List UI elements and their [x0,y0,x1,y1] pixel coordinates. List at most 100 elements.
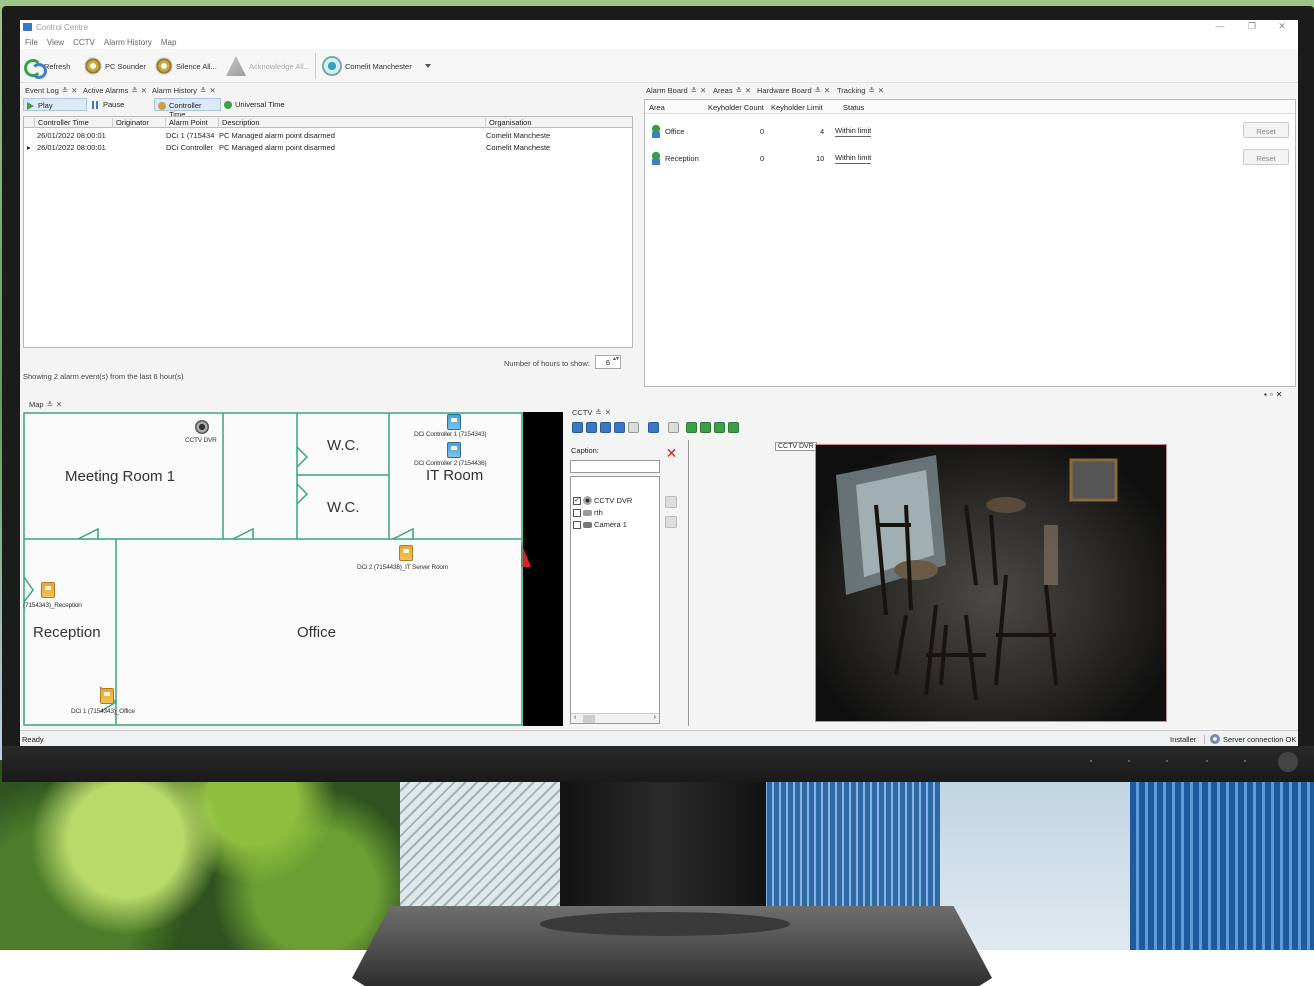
export-icon[interactable] [628,421,639,433]
power-button[interactable] [1278,752,1298,772]
menu-view[interactable]: View [42,35,68,47]
layout-9-icon[interactable] [600,421,611,433]
room-wc-1[interactable]: W.C. [327,437,360,454]
zoom-icon[interactable] [668,421,679,433]
window-title: Control Centre [36,23,89,32]
reset-button[interactable]: Reset [1243,122,1289,138]
menu-alarm-history[interactable]: Alarm History [99,35,156,47]
refresh-button[interactable]: Refresh [23,55,70,79]
video-title: CCTV DVR [775,442,817,451]
forward-icon[interactable] [700,421,711,433]
acknowledge-all-button[interactable]: Acknowledge All... [226,55,310,77]
menu-cctv[interactable]: CCTV [68,35,99,47]
column-originator[interactable]: Originator [112,118,166,128]
rewind-icon[interactable] [686,421,697,433]
checkbox[interactable]: ✓ [573,496,581,505]
door-controller-icon[interactable] [399,545,413,561]
layout-4-icon[interactable] [586,421,597,433]
pause-button[interactable]: Pause [89,98,149,111]
floor-plan-map[interactable]: Meeting Room 1 W.C. W.C. IT Room Recepti… [23,412,563,726]
device-label-reception: (7154343)_Reception [23,602,82,609]
tree-item-cctv-dvr[interactable]: ✓ CCTV DVR [573,495,632,506]
move-up-button[interactable] [665,496,677,508]
controller-icon[interactable] [447,414,461,430]
checkbox[interactable] [573,508,581,517]
move-down-button[interactable] [665,516,677,528]
play-button[interactable]: Play [23,98,87,111]
site-selector[interactable]: Comelit Manchester [322,55,431,77]
cell-organisation: Comelit Mancheste [486,143,551,152]
door-controller-icon[interactable] [100,688,114,704]
tab-cctv[interactable]: CCTV ≛ ✕ [572,406,611,418]
room-it-room[interactable]: IT Room [426,467,483,484]
tab-areas[interactable]: Areas ≛ ✕ [713,84,751,96]
save-icon[interactable] [614,421,625,433]
tree-item-north[interactable]: rth [573,507,603,518]
column-keyholder-count[interactable]: Keyholder Count [708,103,764,112]
column-description[interactable]: Description [218,118,486,128]
pin-icon: ≛ [200,86,207,95]
pc-sounder-button[interactable]: PC Sounder [84,55,146,77]
restore-button[interactable]: ❐ [1238,21,1266,34]
area-icon [649,124,663,138]
table-row[interactable]: 26/01/2022 08:00:01 DCi 1 (715434 PC Man… [24,129,632,141]
column-alarm-point[interactable]: Alarm Point [165,118,219,128]
maximize-icon[interactable]: ▫ [1270,390,1273,399]
rotate-icon[interactable] [648,421,659,433]
area-row-reception[interactable]: Reception 0 10 Within limit Reset [645,149,1295,169]
menu-file[interactable]: File [20,35,42,47]
caption-input[interactable] [570,460,660,473]
controller-icon[interactable] [447,442,461,458]
picture-frame [1069,458,1118,502]
pin-icon: ≛ [46,400,53,409]
pause-icon[interactable] [714,421,725,433]
door-controller-icon[interactable] [41,582,55,598]
pause-icon [92,101,98,109]
universal-time-button[interactable]: Universal Time [221,98,291,111]
layout-1-icon[interactable] [572,421,583,433]
room-reception[interactable]: Reception [33,624,101,641]
tab-map[interactable]: Map ≛ ✕ [29,398,62,410]
tree-scrollbar[interactable]: ‹ › [571,713,659,723]
close-button[interactable]: ✕ [1268,21,1296,34]
silence-all-button[interactable]: Silence All... [155,55,217,77]
column-organisation[interactable]: Organisation [485,118,551,128]
table-row[interactable]: ▸ 26/01/2022 08:00:01 DCi Controller PC … [24,141,632,153]
column-area[interactable]: Area [649,103,665,112]
reset-button[interactable]: Reset [1243,149,1289,165]
pin-icon: ≛ [690,86,697,95]
room-office[interactable]: Office [297,624,336,641]
column-controller-time[interactable]: Controller Time [34,118,112,128]
camera-feed[interactable] [815,444,1167,722]
room-wc-2[interactable]: W.C. [327,499,360,516]
menu-map[interactable]: Map [156,35,181,47]
scroll-right-icon[interactable]: › [654,714,656,721]
scroll-left-icon[interactable]: ‹ [574,714,576,721]
minimize-icon[interactable]: ▪ [1264,390,1267,399]
scroll-thumb[interactable] [583,715,595,723]
tab-hardware-board[interactable]: Hardware Board ≛ ✕ [757,84,830,96]
cctv-toolbar [572,420,739,434]
delete-icon[interactable]: ✕ [665,446,678,460]
room-meeting-room-1[interactable]: Meeting Room 1 [65,468,175,485]
right-tabstrip: Alarm Board ≛ ✕ Areas ≛ ✕ Hardware Board ≛ ✕ T… [644,84,1294,96]
tab-tracking[interactable]: Tracking ≛ ✕ [837,84,884,96]
download-icon[interactable] [728,421,739,433]
tree-item-camera-1[interactable]: Camera 1 [573,519,627,530]
column-status[interactable]: Status [843,103,864,112]
hours-stepper[interactable]: 6 [595,355,621,369]
tab-event-log[interactable]: Event Log ≛ ✕ [25,84,77,96]
tab-alarm-history[interactable]: Alarm History ≛ ✕ [152,84,216,96]
column-keyholder-limit[interactable]: Keyholder Limit [771,103,823,112]
tab-alarm-board[interactable]: Alarm Board ≛ ✕ [646,84,706,96]
checkbox[interactable] [573,520,581,529]
menu-bar: File View CCTV Alarm History Map [20,35,1298,49]
cctv-camera-icon[interactable] [195,420,209,434]
close-icon: ✕ [71,86,78,95]
close-icon[interactable]: ✕ [1276,390,1283,399]
minimize-button[interactable]: — [1206,21,1234,34]
controller-time-button[interactable]: Controller Time [154,98,221,119]
tab-active-alarms[interactable]: Active Alarms ≛ ✕ [83,84,147,96]
area-row-office[interactable]: Office 0 4 Within limit Reset [645,122,1295,142]
camera-icon [583,509,592,516]
